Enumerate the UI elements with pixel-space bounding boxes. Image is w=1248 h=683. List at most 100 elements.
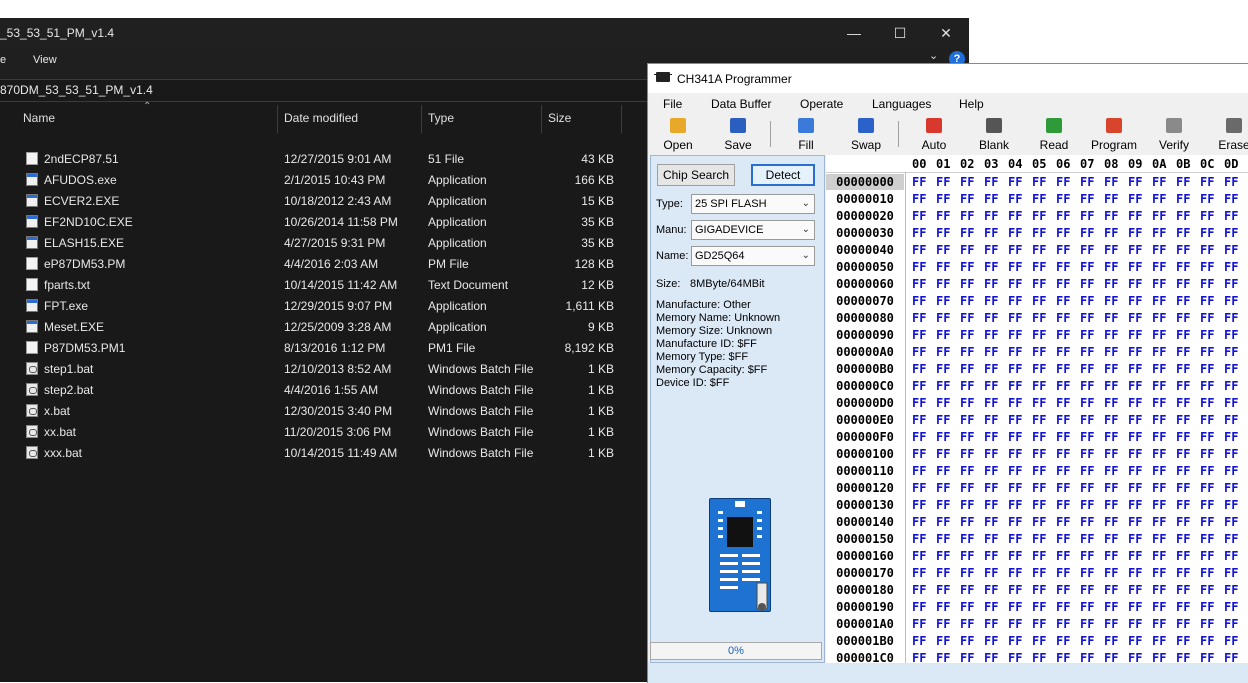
hex-byte[interactable]: FF (936, 378, 950, 394)
hex-byte[interactable]: FF (1176, 191, 1190, 207)
hex-byte[interactable]: FF (912, 616, 926, 632)
hex-byte[interactable]: FF (1080, 429, 1094, 445)
hex-byte[interactable]: FF (960, 633, 974, 649)
hex-byte[interactable]: FF (1200, 310, 1214, 326)
hex-byte[interactable]: FF (1008, 514, 1022, 530)
hex-byte[interactable]: FF (1104, 378, 1118, 394)
hex-byte[interactable]: FF (1224, 650, 1238, 663)
hex-byte[interactable]: FF (1176, 293, 1190, 309)
hex-row[interactable]: 000000A0 FF FF FF FF FF FF FF FF FF FF FF FF FF FF (826, 344, 1248, 361)
hex-byte[interactable]: FF (912, 208, 926, 224)
maximize-icon[interactable]: ☐ (877, 18, 923, 48)
hex-byte[interactable]: FF (912, 361, 926, 377)
hex-byte[interactable]: FF (1056, 446, 1070, 462)
hex-row[interactable]: 000001B0 FF FF FF FF FF FF FF FF FF FF FF FF FF FF (826, 633, 1248, 650)
menu-view[interactable]: View (33, 54, 57, 66)
hex-byte[interactable]: FF (912, 429, 926, 445)
hex-byte[interactable]: FF (1176, 429, 1190, 445)
hex-byte[interactable]: FF (1008, 378, 1022, 394)
hex-byte[interactable]: FF (984, 310, 998, 326)
hex-row[interactable]: 00000030 FF FF FF FF FF FF FF FF FF FF FF FF FF FF (826, 225, 1248, 242)
hex-byte[interactable]: FF (1200, 446, 1214, 462)
chevron-down-icon[interactable]: ⌄ (929, 49, 938, 62)
hex-byte[interactable]: FF (1176, 174, 1190, 190)
hex-byte[interactable]: FF (1104, 191, 1118, 207)
chip-name-select[interactable]: GD25Q64 ⌄ (691, 246, 815, 266)
hex-byte[interactable]: FF (960, 225, 974, 241)
hex-byte[interactable]: FF (1032, 191, 1046, 207)
hex-byte[interactable]: FF (1104, 633, 1118, 649)
file-row[interactable]: ELASH15.EXE 4/27/2015 9:31 PM Application 3… (0, 233, 640, 254)
hex-byte[interactable]: FF (1128, 174, 1142, 190)
hex-byte[interactable]: FF (1152, 293, 1166, 309)
hex-row[interactable]: 00000170 FF FF FF FF FF FF FF FF FF FF FF FF FF FF (826, 565, 1248, 582)
hex-byte[interactable]: FF (1176, 242, 1190, 258)
menu-help[interactable]: Help (959, 97, 984, 111)
hex-byte[interactable]: FF (1104, 412, 1118, 428)
hex-byte[interactable]: FF (1152, 633, 1166, 649)
hex-byte[interactable]: FF (1104, 565, 1118, 581)
column-date-modified[interactable]: Date modified (284, 111, 358, 125)
hex-byte[interactable]: FF (1056, 310, 1070, 326)
menu-file[interactable]: e (0, 54, 6, 66)
fill-button[interactable]: Fill (780, 115, 832, 155)
file-row[interactable]: FPT.exe 12/29/2015 9:07 PM Application 1,61… (0, 296, 640, 317)
hex-byte[interactable]: FF (1056, 208, 1070, 224)
hex-byte[interactable]: FF (1128, 480, 1142, 496)
hex-byte[interactable]: FF (936, 225, 950, 241)
hex-byte[interactable]: FF (1176, 514, 1190, 530)
hex-byte[interactable]: FF (1080, 599, 1094, 615)
hex-byte[interactable]: FF (1008, 565, 1022, 581)
program-button[interactable]: Program (1088, 115, 1140, 155)
hex-byte[interactable]: FF (960, 582, 974, 598)
hex-byte[interactable]: FF (984, 446, 998, 462)
hex-byte[interactable]: FF (1032, 395, 1046, 411)
hex-byte[interactable]: FF (1152, 412, 1166, 428)
hex-byte[interactable]: FF (1176, 378, 1190, 394)
hex-byte[interactable]: FF (984, 599, 998, 615)
hex-byte[interactable]: FF (1080, 225, 1094, 241)
hex-byte[interactable]: FF (1032, 514, 1046, 530)
hex-byte[interactable]: FF (960, 378, 974, 394)
hex-byte[interactable]: FF (1224, 327, 1238, 343)
hex-byte[interactable]: FF (1104, 531, 1118, 547)
hex-byte[interactable]: FF (1152, 242, 1166, 258)
hex-byte[interactable]: FF (1224, 361, 1238, 377)
hex-byte[interactable]: FF (1200, 174, 1214, 190)
hex-byte[interactable]: FF (1152, 225, 1166, 241)
hex-byte[interactable]: FF (1056, 565, 1070, 581)
file-row[interactable]: eP87DM53.PM 4/4/2016 2:03 AM PM File 128 KB (0, 254, 640, 275)
hex-byte[interactable]: FF (912, 582, 926, 598)
hex-byte[interactable]: FF (1176, 361, 1190, 377)
hex-byte[interactable]: FF (1128, 310, 1142, 326)
hex-byte[interactable]: FF (1104, 548, 1118, 564)
hex-byte[interactable]: FF (1200, 361, 1214, 377)
hex-byte[interactable]: FF (1008, 259, 1022, 275)
hex-row[interactable]: 00000190 FF FF FF FF FF FF FF FF FF FF FF FF FF FF (826, 599, 1248, 616)
hex-byte[interactable]: FF (1008, 633, 1022, 649)
hex-byte[interactable]: FF (1032, 548, 1046, 564)
hex-byte[interactable]: FF (1200, 327, 1214, 343)
hex-byte[interactable]: FF (1128, 429, 1142, 445)
hex-byte[interactable]: FF (1200, 395, 1214, 411)
hex-byte[interactable]: FF (1176, 582, 1190, 598)
hex-byte[interactable]: FF (1176, 446, 1190, 462)
hex-byte[interactable]: FF (1032, 361, 1046, 377)
hex-byte[interactable]: FF (1128, 395, 1142, 411)
hex-byte[interactable]: FF (936, 361, 950, 377)
hex-byte[interactable]: FF (1200, 599, 1214, 615)
menu-data-buffer[interactable]: Data Buffer (711, 97, 771, 111)
hex-byte[interactable]: FF (984, 565, 998, 581)
hex-byte[interactable]: FF (936, 548, 950, 564)
menu-operate[interactable]: Operate (800, 97, 843, 111)
hex-byte[interactable]: FF (1104, 293, 1118, 309)
hex-byte[interactable]: FF (1056, 548, 1070, 564)
hex-byte[interactable]: FF (1224, 276, 1238, 292)
hex-byte[interactable]: FF (984, 344, 998, 360)
hex-byte[interactable]: FF (1032, 378, 1046, 394)
hex-byte[interactable]: FF (1224, 412, 1238, 428)
hex-byte[interactable]: FF (1008, 208, 1022, 224)
hex-byte[interactable]: FF (1008, 344, 1022, 360)
hex-byte[interactable]: FF (960, 344, 974, 360)
hex-byte[interactable]: FF (984, 514, 998, 530)
